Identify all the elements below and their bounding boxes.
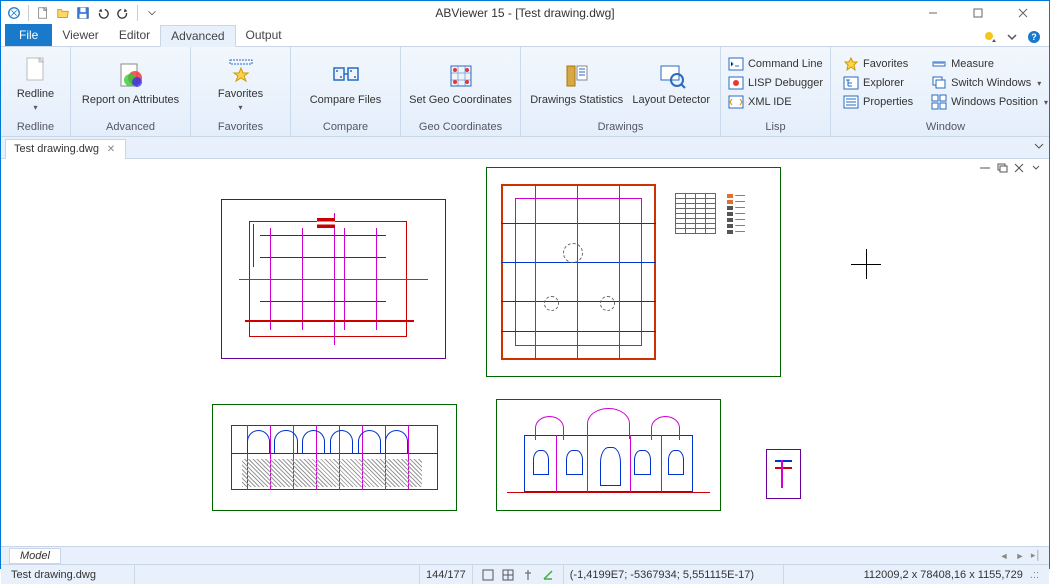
drawing-thumbnail [212,404,457,511]
group-favorites: Favorites ▾ Favorites [191,47,291,136]
tree-icon [843,75,859,91]
ribbon: Redline ▾ Redline Report on Attributes A… [1,47,1049,137]
file-tab[interactable]: File [5,24,52,46]
tab-output[interactable]: Output [236,24,292,46]
qat-redo-icon[interactable] [114,4,132,22]
help-icon[interactable]: ? [1025,28,1043,46]
drawing-thumbnail [496,399,721,511]
ruler-icon [931,56,947,72]
style-dropdown-icon[interactable] [981,28,999,46]
chevron-down-icon: ▾ [1037,79,1041,88]
report-icon [115,60,147,92]
app-title: ABViewer 15 - [Test drawing.dwg] [435,6,614,20]
group-compare: Compare Files Compare [291,47,401,136]
minimize-button[interactable] [910,1,955,25]
tab-viewer[interactable]: Viewer [52,24,108,46]
document-tab[interactable]: Test drawing.dwg ✕ [5,139,126,159]
qat-undo-icon[interactable] [94,4,112,22]
svg-text:?: ? [1031,32,1037,42]
close-icon[interactable]: ✕ [105,143,117,155]
close-button[interactable] [1000,1,1045,25]
measure-button[interactable]: Measure [927,55,1050,73]
drawings-statistics-button[interactable]: Drawings Statistics [529,58,624,108]
window-favorites-button[interactable]: Favorites [839,55,917,73]
group-geo: Set Geo Coordinates Geo Coordinates [401,47,521,136]
geo-icon [445,60,477,92]
qat-save-icon[interactable] [74,4,92,22]
document-tab-bar: Test drawing.dwg ✕ [1,137,1049,159]
title-bar: ABViewer 15 - [Test drawing.dwg] [1,1,1049,25]
windows-pos-icon [931,94,947,110]
status-toggle-icons [473,565,564,584]
switch-windows-button[interactable]: Switch Windows▾ [927,74,1050,92]
tab-editor[interactable]: Editor [109,24,160,46]
chevron-down-icon: ▾ [238,103,242,112]
qat-open-icon[interactable] [54,4,72,22]
redline-button[interactable]: Redline ▾ [8,52,64,113]
qat-new-icon[interactable] [34,4,52,22]
terminal-icon [728,56,744,72]
panel-menu-icon[interactable] [1029,162,1043,174]
document-icon [20,54,52,86]
status-dimensions: 112009,2 x 78408,16 x 1155,729.:: [858,565,1045,584]
windows-position-button[interactable]: Windows Position▾ [927,93,1050,111]
set-geo-button[interactable]: Set Geo Coordinates [409,58,512,108]
app-icon[interactable] [5,4,23,22]
explorer-button[interactable]: Explorer [839,74,917,92]
minimize-ribbon-icon[interactable] [1003,28,1021,46]
panel-restore-icon[interactable] [995,162,1009,174]
maximize-button[interactable] [955,1,1000,25]
lisp-debugger-button[interactable]: LISP Debugger [724,74,827,92]
chevron-down-icon: ▾ [1044,98,1048,107]
bug-icon [728,75,744,91]
layout-detector-icon [655,60,687,92]
favorites-button[interactable]: Favorites ▾ [212,52,269,113]
drawing-thumbnail: ━━━━ ━━━━ ━━━━ ━━━━ ━━━━ ━━━━ ━━━━ [486,167,781,377]
panel-minimize-icon[interactable] [978,162,992,174]
report-attributes-button[interactable]: Report on Attributes [79,58,182,108]
group-drawings: Drawings Statistics Layout Detector Draw… [521,47,721,136]
statistics-icon [561,60,593,92]
drawing-thumbnail [766,449,801,499]
group-window: Favorites Explorer Properties Measure Sw… [831,47,1050,136]
properties-icon [843,94,859,110]
command-line-button[interactable]: Command Line [724,55,827,73]
group-advanced: Report on Attributes Advanced [71,47,191,136]
compare-files-button[interactable]: Compare Files [304,58,388,108]
chevron-down-icon: ▾ [33,103,37,112]
tab-advanced[interactable]: Advanced [160,25,235,47]
star-icon [843,56,859,72]
drawing-thumbnail [221,199,446,359]
panel-close-icon[interactable] [1012,162,1026,174]
drawing-canvas[interactable]: ━━━━ ━━━━ ━━━━ ━━━━ ━━━━ ━━━━ ━━━━ [1,159,1049,546]
status-bar: Test drawing.dwg 144/177 (-1,4199E7; -53… [1,564,1049,584]
ribbon-tabs: File Viewer Editor Advanced Output ? [1,25,1049,47]
group-lisp: Command Line LISP Debugger XML IDE Lisp [721,47,831,136]
layout-tab-bar: Model ◄ ► ▸│ [1,546,1049,564]
xml-icon [728,94,744,110]
status-coords: (-1,4199E7; -5367934; 5,551115E-17) [564,565,784,584]
compare-icon [330,60,362,92]
status-filename: Test drawing.dwg [5,565,135,584]
xml-ide-button[interactable]: XML IDE [724,93,827,111]
status-page: 144/177 [420,565,473,584]
window-controls [910,1,1045,25]
layout-tab-model[interactable]: Model [9,548,61,564]
properties-button[interactable]: Properties [839,93,917,111]
group-redline: Redline ▾ Redline [1,47,71,136]
quick-access-toolbar [5,4,161,22]
tab-scroll-end-icon[interactable]: ▸│ [1029,549,1043,563]
layout-detector-button[interactable]: Layout Detector [630,58,712,108]
tab-scroll-right-icon[interactable]: ► [1013,549,1027,563]
panel-controls [978,162,1043,174]
qat-dropdown-icon[interactable] [143,4,161,22]
star-icon [225,54,257,86]
doc-bar-expand-icon[interactable] [1033,140,1049,155]
windows-icon [931,75,947,91]
tab-scroll-left-icon[interactable]: ◄ [997,549,1011,563]
